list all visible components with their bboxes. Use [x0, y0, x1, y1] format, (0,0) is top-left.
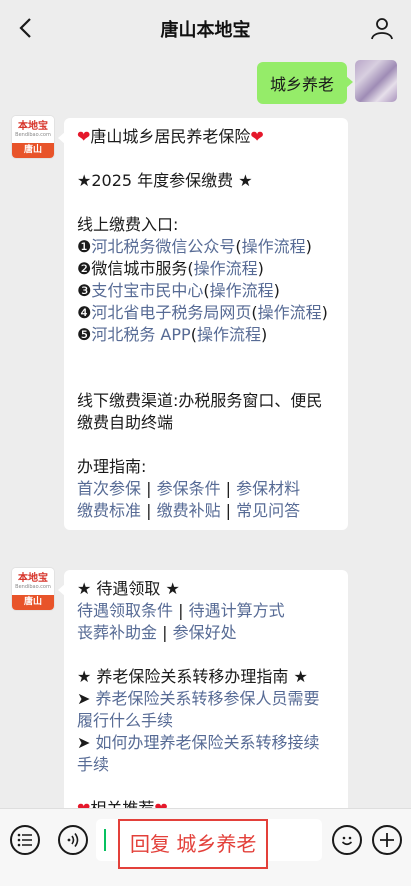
emoji-button[interactable]	[332, 825, 362, 855]
transfer-title: ★ 养老保险关系转移办理指南 ★	[77, 667, 308, 686]
guide-links-row: 缴费标准 | 缴费补贴 | 常见问答	[77, 501, 301, 520]
related-line: ❤相关推荐❤	[77, 798, 335, 808]
person-icon	[371, 18, 393, 40]
sent-message[interactable]: 城乡养老	[256, 62, 354, 104]
heading-line: ❤唐山城乡居民养老保险❤	[77, 126, 335, 148]
plus-icon	[380, 833, 394, 847]
logo-city: 唐山	[12, 595, 54, 610]
online-item: ❺河北税务 APP(操作流程)	[77, 324, 335, 346]
guide-link[interactable]: 常见问答	[236, 501, 300, 520]
offline-text: 线下缴费渠道:办税服务窗口、便民缴费自助终端	[77, 391, 323, 432]
account-avatar[interactable]: 本地宝 Bendibao.com 唐山	[12, 116, 54, 158]
guide-link[interactable]: 缴费补贴	[157, 501, 221, 520]
transfer-link[interactable]: 养老保险关系转移参保人员需要履行什么手续	[77, 689, 320, 730]
online-item: ❸支付宝市民中心(操作流程)	[77, 280, 335, 302]
paren: )	[305, 237, 312, 256]
message-bubble-2: ★ 待遇领取 ★ 待遇领取条件 | 待遇计算方式 丧葬补助金 | 参保好处 ★ …	[58, 570, 348, 808]
voice-button[interactable]	[58, 825, 88, 855]
benefit-link[interactable]: 待遇计算方式	[189, 601, 285, 620]
arrow-icon: ➤	[77, 689, 91, 708]
input-bar: 回复 城乡养老	[0, 808, 411, 886]
menu-list-icon	[17, 833, 32, 847]
logo-brand: 本地宝	[18, 573, 48, 584]
reply-keyword-tag: 回复 城乡养老	[118, 819, 269, 869]
entry-link[interactable]: 河北税务 APP	[91, 325, 190, 344]
top-bar: 唐山本地宝	[0, 0, 411, 56]
text-cursor	[104, 829, 106, 851]
heart-icon: ❤	[77, 127, 91, 146]
logo-site: Bendibao.com	[15, 584, 51, 590]
menu-button[interactable]	[10, 825, 40, 855]
number-badge: ❷	[77, 259, 92, 278]
entry-text: 微信城市服务	[91, 259, 188, 278]
guide-links-row: 首次参保 | 参保条件 | 参保材料	[77, 479, 301, 498]
paren: )	[273, 281, 280, 300]
flow-link[interactable]: 操作流程	[194, 259, 258, 278]
number-badge: ❸	[77, 281, 92, 300]
entry-link[interactable]: 支付宝市民中心	[91, 281, 203, 300]
logo-site: Bendibao.com	[15, 132, 51, 138]
online-item: ❷微信城市服务(操作流程)	[77, 258, 335, 280]
transfer-link[interactable]: 如何办理养老保险关系转移接续手续	[77, 733, 320, 774]
online-label: 线上缴费入口:	[77, 215, 179, 234]
more-button[interactable]	[372, 825, 402, 855]
online-item: ❹河北省电子税务局网页(操作流程)	[77, 302, 335, 324]
entry-link[interactable]: 河北省电子税务局网页	[91, 303, 251, 322]
entry-link[interactable]: 河北税务微信公众号	[91, 237, 235, 256]
flow-link[interactable]: 操作流程	[210, 281, 274, 300]
guide-link[interactable]: 首次参保	[77, 479, 141, 498]
logo-city: 唐山	[12, 143, 54, 158]
paren: )	[321, 303, 328, 322]
message-bubble-1: ❤唐山城乡居民养老保险❤ ★2025 年度参保缴费 ★ 线上缴费入口: ❶河北税…	[58, 118, 348, 530]
user-avatar[interactable]	[355, 60, 397, 102]
benefit-links-row: 待遇领取条件 | 待遇计算方式	[77, 601, 285, 620]
benefit-link[interactable]: 待遇领取条件	[77, 601, 173, 620]
transfer-item: ➤ 养老保险关系转移参保人员需要履行什么手续	[77, 688, 335, 732]
transfer-item: ➤ 如何办理养老保险关系转移接续手续	[77, 732, 335, 776]
number-badge: ❺	[77, 325, 92, 344]
benefit-links-row: 丧葬补助金 | 参保好处	[77, 623, 237, 642]
benefit-link[interactable]: 丧葬补助金	[77, 623, 157, 642]
paren: )	[257, 259, 264, 278]
benefit-link[interactable]: 参保好处	[173, 623, 237, 642]
logo-brand: 本地宝	[18, 121, 48, 132]
profile-button[interactable]	[367, 12, 397, 44]
number-badge: ❹	[77, 303, 92, 322]
related-text: 相关推荐	[90, 799, 154, 808]
year-title: ★2025 年度参保缴费 ★	[77, 171, 253, 190]
guide-link[interactable]: 参保条件	[157, 479, 221, 498]
guide-label: 办理指南:	[77, 457, 147, 476]
heart-icon: ❤	[77, 799, 90, 808]
heart-icon: ❤	[250, 127, 264, 146]
account-avatar[interactable]: 本地宝 Bendibao.com 唐山	[12, 568, 54, 610]
online-item: ❶河北税务微信公众号(操作流程)	[77, 236, 335, 258]
heading-text: 唐山城乡居民养老保险	[90, 127, 251, 146]
number-badge: ❶	[77, 237, 92, 256]
flow-link[interactable]: 操作流程	[197, 325, 261, 344]
benefit-title: ★ 待遇领取 ★	[77, 579, 180, 598]
chat-area[interactable]: 城乡养老 本地宝 Bendibao.com 唐山 ❤唐山城乡居民养老保险❤ ★2…	[0, 56, 411, 808]
smiley-icon	[341, 836, 353, 846]
guide-link[interactable]: 缴费标准	[77, 501, 141, 520]
paren: )	[260, 325, 268, 344]
voice-icon	[67, 833, 79, 847]
flow-link[interactable]: 操作流程	[242, 237, 306, 256]
guide-link[interactable]: 参保材料	[236, 479, 300, 498]
flow-link[interactable]: 操作流程	[258, 303, 322, 322]
heart-icon: ❤	[154, 799, 167, 808]
arrow-icon: ➤	[77, 733, 91, 752]
chat-title: 唐山本地宝	[160, 20, 251, 41]
